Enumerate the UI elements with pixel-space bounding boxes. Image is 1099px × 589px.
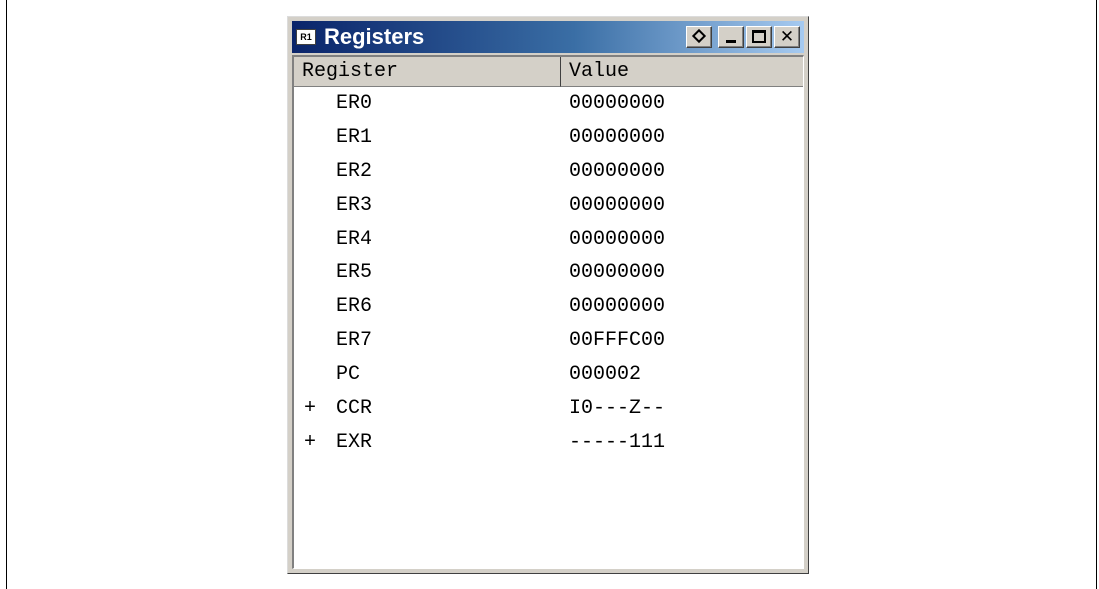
register-row[interactable]: + EXR -----111 bbox=[294, 426, 803, 460]
minimize-button[interactable] bbox=[718, 26, 744, 48]
register-row[interactable]: ER7 00FFFC00 bbox=[294, 324, 803, 358]
register-value[interactable]: I0---Z-- bbox=[569, 392, 665, 426]
register-row[interactable]: ER0 00000000 bbox=[294, 87, 803, 121]
register-value[interactable]: 00000000 bbox=[569, 155, 665, 189]
maximize-button[interactable] bbox=[746, 26, 772, 48]
register-value[interactable]: 00FFFC00 bbox=[569, 324, 665, 358]
register-row[interactable]: ER6 00000000 bbox=[294, 290, 803, 324]
register-name: ER6 bbox=[336, 295, 373, 319]
window-title: Registers bbox=[324, 24, 425, 49]
list-header: Register Value bbox=[294, 57, 803, 87]
register-name: ER3 bbox=[336, 193, 373, 217]
register-name: ER4 bbox=[336, 227, 373, 251]
register-value[interactable]: 00000000 bbox=[569, 121, 665, 155]
column-header-value[interactable]: Value bbox=[561, 57, 803, 87]
close-button[interactable]: ✕ bbox=[774, 26, 800, 48]
pin-button[interactable] bbox=[686, 26, 712, 48]
registers-list[interactable]: Register Value ER0 00000000 ER1 00000000 ER2… bbox=[292, 55, 804, 569]
title-bar[interactable]: R1 Registers ✕ bbox=[292, 21, 804, 53]
registers-window: R1 Registers ✕ Register Value ER0 0000000… bbox=[287, 16, 809, 574]
register-row[interactable]: PC 000002 bbox=[294, 358, 803, 392]
expand-toggle[interactable]: + bbox=[304, 426, 324, 460]
register-value[interactable]: 00000000 bbox=[569, 223, 665, 257]
register-value[interactable]: 00000000 bbox=[569, 189, 665, 223]
register-row[interactable]: ER4 00000000 bbox=[294, 223, 803, 257]
register-name: ER0 bbox=[336, 92, 373, 115]
register-value[interactable]: -----111 bbox=[569, 426, 665, 460]
register-value[interactable]: 00000000 bbox=[569, 256, 665, 290]
maximize-icon bbox=[752, 30, 766, 43]
register-name: CCR bbox=[336, 397, 373, 421]
registers-app-icon[interactable]: R1 bbox=[296, 29, 316, 45]
register-value[interactable]: 00000000 bbox=[569, 290, 665, 324]
minimize-icon bbox=[726, 40, 736, 43]
register-row[interactable]: ER2 00000000 bbox=[294, 155, 803, 189]
register-row[interactable]: + CCR I0---Z-- bbox=[294, 392, 803, 426]
register-value[interactable]: 00000000 bbox=[569, 87, 665, 121]
register-name: ER2 bbox=[336, 159, 373, 183]
register-row[interactable]: ER3 00000000 bbox=[294, 189, 803, 223]
register-name: ER5 bbox=[336, 261, 373, 285]
register-name: PC bbox=[336, 363, 361, 387]
register-name: ER1 bbox=[336, 125, 373, 149]
register-row[interactable]: ER5 00000000 bbox=[294, 256, 803, 290]
register-row[interactable]: ER1 00000000 bbox=[294, 121, 803, 155]
register-rows: ER0 00000000 ER1 00000000 ER2 00000000 ER3 0000… bbox=[294, 87, 803, 460]
column-header-register[interactable]: Register bbox=[294, 57, 561, 87]
expand-toggle[interactable]: + bbox=[304, 392, 324, 426]
register-name: ER7 bbox=[336, 329, 373, 353]
register-name: EXR bbox=[336, 430, 373, 454]
pin-icon bbox=[691, 28, 707, 44]
register-value[interactable]: 000002 bbox=[569, 358, 641, 392]
close-icon: ✕ bbox=[779, 27, 795, 47]
